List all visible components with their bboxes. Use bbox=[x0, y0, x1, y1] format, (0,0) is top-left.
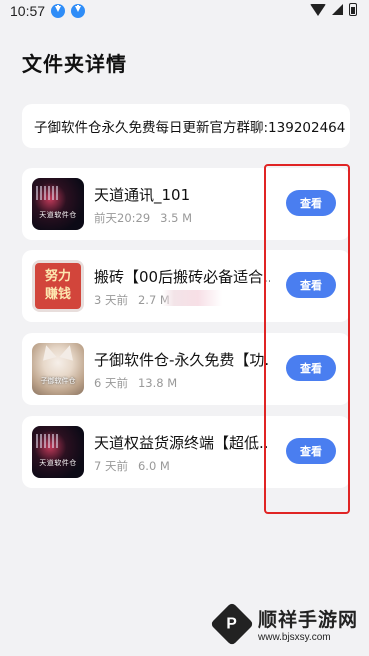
file-thumbnail: 天道软件仓 bbox=[32, 426, 84, 478]
thumbnail-caption: 天道软件仓 bbox=[39, 211, 77, 219]
thumbnail-art bbox=[36, 186, 58, 200]
thumbnail-art bbox=[36, 434, 58, 448]
status-time: 10:57 bbox=[10, 3, 46, 19]
view-button[interactable]: 查看 bbox=[286, 438, 336, 464]
battery-icon bbox=[349, 3, 357, 16]
file-size: 13.8 M bbox=[137, 376, 178, 390]
thumbnail-caption: 子御软件仓 bbox=[40, 377, 76, 385]
notice-text: 子御软件仓永久免费每日更新官方群聊:139202464 bbox=[34, 120, 346, 136]
page-title: 文件夹详情 bbox=[22, 52, 127, 76]
file-thumbnail: 努力 赚钱 bbox=[32, 260, 84, 312]
file-name: 天道通讯_101 bbox=[94, 186, 191, 204]
file-meta: 3 天前 2.7 M bbox=[94, 292, 170, 308]
watermark-logo-letter: P bbox=[226, 615, 238, 633]
file-name: 天道权益货源终端【超低... bbox=[94, 434, 270, 452]
thumbnail-caption: 天道软件仓 bbox=[39, 459, 77, 467]
file-item[interactable]: 天道软件仓 天道权益货源终端【超低... 7 天前 6.0 M 查看 bbox=[22, 416, 350, 488]
file-name: 搬砖【00后搬砖必备适合... bbox=[94, 268, 270, 286]
status-icons bbox=[310, 3, 357, 16]
redaction-blur bbox=[162, 290, 222, 306]
download-icon bbox=[71, 4, 86, 18]
file-thumbnail: 子御软件仓 bbox=[32, 343, 84, 395]
view-button[interactable]: 查看 bbox=[286, 272, 336, 298]
status-bar: 10:57 bbox=[0, 0, 369, 22]
file-item[interactable]: 子御软件仓 子御软件仓-永久免费【功... 6 天前 13.8 M 查看 bbox=[22, 333, 350, 405]
file-meta: 7 天前 6.0 M bbox=[94, 458, 170, 474]
view-button[interactable]: 查看 bbox=[286, 355, 336, 381]
view-button[interactable]: 查看 bbox=[286, 190, 336, 216]
wifi-icon bbox=[310, 3, 326, 16]
file-time: 前天20:29 bbox=[94, 211, 151, 225]
file-time: 6 天前 bbox=[94, 376, 128, 390]
file-meta: 前天20:29 3.5 M bbox=[94, 210, 192, 226]
file-meta: 6 天前 13.8 M bbox=[94, 375, 177, 391]
download-icon bbox=[51, 4, 66, 18]
notice-card: 子御软件仓永久免费每日更新官方群聊:139202464 bbox=[22, 104, 350, 148]
watermark-url: www.bjsxsy.com bbox=[258, 632, 331, 643]
thumbnail-art: 努力 赚钱 bbox=[35, 263, 81, 309]
file-name: 子御软件仓-永久免费【功... bbox=[94, 351, 270, 369]
watermark-logo-icon: P bbox=[209, 601, 255, 647]
file-item[interactable]: 天道软件仓 天道通讯_101 前天20:29 3.5 M 查看 bbox=[22, 168, 350, 240]
file-size: 3.5 M bbox=[160, 211, 193, 225]
thumbnail-art bbox=[39, 343, 57, 361]
thumbnail-caption: 努力 bbox=[44, 269, 71, 284]
watermark: P 顺祥手游网 www.bjsxsy.com bbox=[209, 601, 358, 647]
file-item[interactable]: 努力 赚钱 搬砖【00后搬砖必备适合... 3 天前 2.7 M 查看 bbox=[22, 250, 350, 322]
signal-icon bbox=[332, 4, 343, 15]
file-time: 3 天前 bbox=[94, 293, 128, 307]
watermark-text: 顺祥手游网 www.bjsxsy.com bbox=[258, 605, 358, 643]
thumbnail-caption: 赚钱 bbox=[44, 287, 71, 302]
watermark-name: 顺祥手游网 bbox=[258, 609, 359, 631]
file-time: 7 天前 bbox=[94, 459, 128, 473]
file-size: 6.0 M bbox=[137, 459, 170, 473]
file-thumbnail: 天道软件仓 bbox=[32, 178, 84, 230]
thumbnail-art bbox=[59, 343, 77, 361]
